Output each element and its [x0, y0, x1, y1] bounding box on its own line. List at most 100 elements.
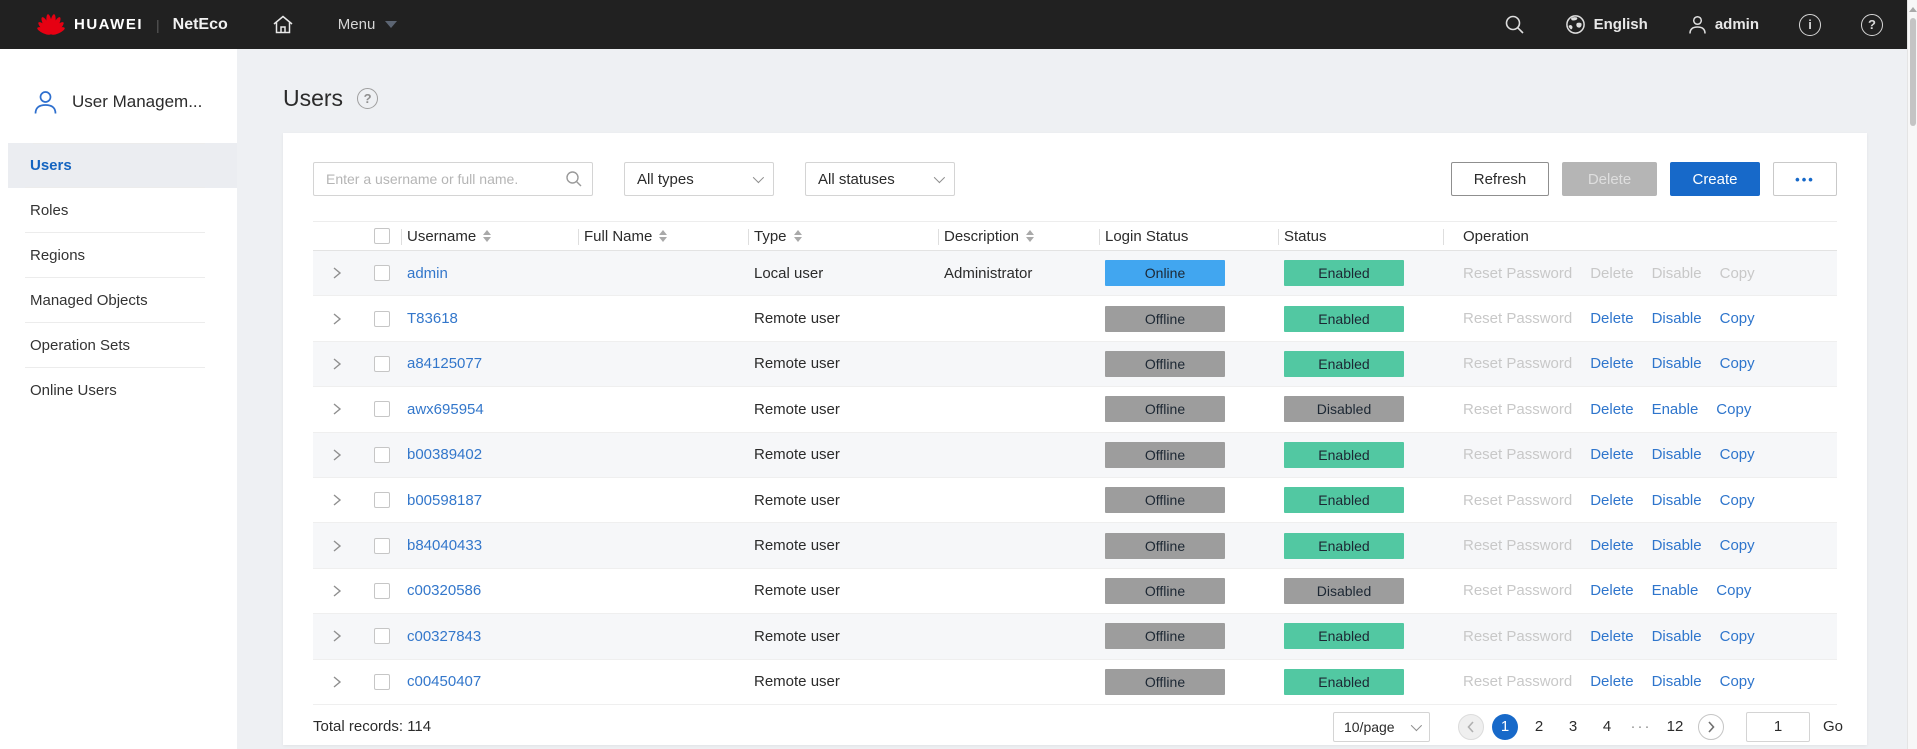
create-button[interactable]: Create [1670, 162, 1760, 196]
scroll-up-icon[interactable] [1908, 7, 1917, 12]
username-link[interactable]: b00389402 [407, 446, 482, 463]
column-header-username[interactable]: Username [401, 222, 584, 250]
go-button[interactable]: Go [1823, 718, 1843, 735]
username-link[interactable]: admin [407, 265, 448, 282]
op-copy[interactable]: Copy [1720, 492, 1755, 509]
op-disable[interactable]: Disable [1652, 446, 1702, 463]
row-checkbox[interactable] [374, 310, 390, 327]
op-delete[interactable]: Delete [1590, 582, 1633, 599]
expand-icon[interactable] [329, 447, 345, 463]
menu-button[interactable]: Menu [338, 16, 398, 33]
expand-icon[interactable] [329, 628, 345, 644]
row-checkbox[interactable] [374, 401, 390, 418]
op-delete[interactable]: Delete [1590, 355, 1633, 372]
sidebar-item-users[interactable]: Users [8, 143, 237, 188]
page-button-3[interactable]: 3 [1560, 714, 1586, 740]
sort-icon[interactable] [793, 230, 802, 242]
expand-icon[interactable] [329, 674, 345, 690]
expand-icon[interactable] [329, 492, 345, 508]
prev-page-button[interactable] [1457, 713, 1484, 740]
help-icon[interactable]: ? [1861, 13, 1883, 36]
sort-icon[interactable] [483, 230, 492, 242]
op-copy[interactable]: Copy [1720, 673, 1755, 690]
op-delete[interactable]: Delete [1590, 628, 1633, 645]
op-disable[interactable]: Disable [1652, 628, 1702, 645]
select-all-checkbox[interactable] [374, 228, 390, 244]
sort-icon[interactable] [659, 230, 668, 242]
op-delete[interactable]: Delete [1590, 446, 1633, 463]
row-checkbox[interactable] [374, 537, 390, 554]
username-link[interactable]: T83618 [407, 310, 458, 327]
expand-icon[interactable] [329, 265, 345, 281]
op-copy[interactable]: Copy [1716, 401, 1751, 418]
username-link[interactable]: b00598187 [407, 492, 482, 509]
op-copy[interactable]: Copy [1720, 628, 1755, 645]
column-header-description[interactable]: Description [938, 222, 1105, 250]
op-delete[interactable]: Delete [1590, 310, 1633, 327]
expand-icon[interactable] [329, 356, 345, 372]
scrollbar-thumb[interactable] [1909, 18, 1916, 126]
info-icon[interactable]: i [1799, 13, 1821, 36]
refresh-button[interactable]: Refresh [1451, 162, 1549, 196]
expand-icon[interactable] [329, 583, 345, 599]
op-delete[interactable]: Delete [1590, 401, 1633, 418]
op-copy[interactable]: Copy [1716, 582, 1751, 599]
sidebar-item-roles[interactable]: Roles [0, 188, 237, 233]
page-size-select[interactable]: 10/page [1332, 711, 1430, 742]
row-checkbox[interactable] [374, 446, 390, 463]
username-link[interactable]: c00450407 [407, 673, 481, 690]
username-link[interactable]: awx695954 [407, 401, 484, 418]
op-disable[interactable]: Disable [1652, 492, 1702, 509]
sort-icon[interactable] [1026, 230, 1035, 242]
type-filter-select[interactable]: All types [624, 162, 774, 196]
expand-icon[interactable] [329, 401, 345, 417]
more-actions-button[interactable]: ••• [1773, 162, 1837, 196]
next-page-button[interactable] [1697, 713, 1724, 740]
user-button[interactable]: admin [1688, 15, 1759, 35]
row-checkbox[interactable] [374, 582, 390, 599]
sidebar-item-online-users[interactable]: Online Users [0, 368, 237, 413]
sidebar-item-managed-objects[interactable]: Managed Objects [0, 278, 237, 323]
column-header-full-name[interactable]: Full Name [578, 222, 754, 250]
op-delete[interactable]: Delete [1590, 492, 1633, 509]
row-checkbox[interactable] [374, 673, 390, 690]
row-checkbox[interactable] [374, 628, 390, 645]
username-link[interactable]: a84125077 [407, 355, 482, 372]
page-button-4[interactable]: 4 [1594, 714, 1620, 740]
page-scrollbar[interactable] [1907, 0, 1917, 749]
column-header-type[interactable]: Type [748, 222, 944, 250]
row-checkbox[interactable] [374, 355, 390, 372]
row-checkbox[interactable] [374, 265, 390, 282]
username-link[interactable]: b84040433 [407, 537, 482, 554]
search-icon[interactable] [1504, 14, 1525, 35]
username-link[interactable]: c00327843 [407, 628, 481, 645]
row-checkbox[interactable] [374, 492, 390, 509]
op-disable[interactable]: Disable [1652, 673, 1702, 690]
op-disable[interactable]: Disable [1652, 355, 1702, 372]
username-link[interactable]: c00320586 [407, 582, 481, 599]
page-button-2[interactable]: 2 [1526, 714, 1552, 740]
op-copy[interactable]: Copy [1720, 446, 1755, 463]
expand-icon[interactable] [329, 538, 345, 554]
page-button-12[interactable]: 12 [1662, 714, 1688, 740]
delete-button[interactable]: Delete [1562, 162, 1657, 196]
op-delete[interactable]: Delete [1590, 673, 1633, 690]
op-disable[interactable]: Disable [1652, 310, 1702, 327]
home-icon[interactable] [272, 14, 294, 35]
op-copy[interactable]: Copy [1720, 310, 1755, 327]
op-copy[interactable]: Copy [1720, 355, 1755, 372]
language-button[interactable]: English [1565, 14, 1648, 35]
search-submit-icon[interactable] [565, 170, 583, 193]
sidebar-item-regions[interactable]: Regions [0, 233, 237, 278]
op-enable[interactable]: Enable [1652, 401, 1699, 418]
op-enable[interactable]: Enable [1652, 582, 1699, 599]
page-help-icon[interactable]: ? [357, 88, 379, 109]
page-button-1[interactable]: 1 [1491, 713, 1518, 740]
op-delete[interactable]: Delete [1590, 537, 1633, 554]
op-disable[interactable]: Disable [1652, 537, 1702, 554]
sidebar-item-operation-sets[interactable]: Operation Sets [0, 323, 237, 368]
search-input[interactable] [313, 162, 593, 196]
op-copy[interactable]: Copy [1720, 537, 1755, 554]
goto-page-input[interactable] [1745, 711, 1810, 742]
status-filter-select[interactable]: All statuses [805, 162, 955, 196]
